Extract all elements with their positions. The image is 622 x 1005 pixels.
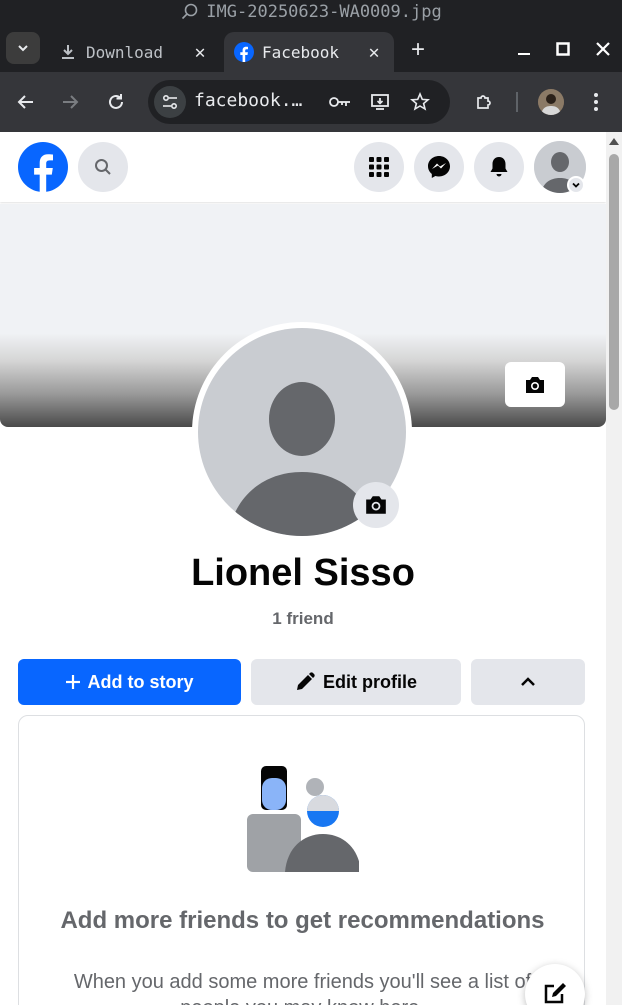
reload-icon — [109, 94, 123, 109]
plus-icon — [65, 675, 80, 689]
close-icon[interactable]: ✕ — [362, 40, 386, 64]
chevron-down-icon — [572, 182, 580, 188]
edit-profile-picture-button[interactable] — [353, 482, 399, 528]
site-info-button[interactable] — [154, 86, 186, 118]
tab-strip: Download ✕ Facebook ✕ + — [0, 24, 622, 72]
add-to-story-button[interactable]: Add to story — [18, 659, 241, 705]
extensions-button[interactable] — [468, 86, 500, 118]
minimize-button[interactable] — [512, 38, 536, 60]
scrollbar-thumb[interactable] — [609, 154, 619, 410]
back-button[interactable] — [10, 86, 42, 118]
messenger-button[interactable] — [414, 142, 464, 192]
toolbar-divider — [516, 92, 518, 112]
account-menu-caret[interactable] — [567, 176, 585, 194]
close-icon[interactable]: ✕ — [188, 40, 212, 64]
search-button[interactable] — [78, 142, 128, 192]
compose-icon — [544, 983, 566, 1004]
menu-button[interactable] — [354, 142, 404, 192]
bell-icon — [490, 157, 508, 177]
window-title: IMG-20250623-WA0009.jpg — [206, 2, 442, 22]
arrow-left-icon — [17, 95, 33, 109]
notifications-button[interactable] — [474, 142, 524, 192]
chevron-up-icon — [521, 677, 535, 686]
key-icon[interactable] — [328, 90, 352, 114]
star-icon[interactable] — [408, 90, 432, 114]
add-to-story-label: Add to story — [87, 671, 194, 692]
camera-icon — [366, 496, 386, 514]
search-icon — [95, 159, 111, 175]
tab-facebook[interactable]: Facebook ✕ — [224, 32, 394, 72]
tab-label: Facebook — [262, 42, 340, 62]
new-tab-button[interactable]: + — [404, 36, 432, 64]
tune-icon — [162, 94, 178, 110]
friend-count[interactable]: 1 friend — [0, 609, 606, 629]
arrow-right-icon — [63, 95, 79, 109]
browser-profile-avatar[interactable] — [538, 89, 564, 115]
edit-cover-photo-button[interactable] — [505, 362, 565, 407]
url-text[interactable]: facebook.… — [194, 90, 302, 111]
friends-illustration-icon — [247, 766, 359, 872]
tab-search-button[interactable] — [6, 32, 40, 64]
tab-label: Download — [86, 42, 164, 62]
scroll-up-arrow[interactable] — [609, 138, 619, 145]
edit-profile-label: Edit profile — [323, 671, 417, 692]
profile-more-button[interactable] — [471, 659, 585, 705]
search-icon — [182, 3, 198, 20]
tab-download[interactable]: Download ✕ — [48, 32, 220, 72]
chevron-down-icon — [18, 45, 28, 52]
facebook-header — [0, 132, 606, 202]
address-bar[interactable]: facebook.… — [148, 80, 450, 124]
facebook-logo-icon[interactable] — [18, 142, 68, 192]
window-title-bar: IMG-20250623-WA0009.jpg — [0, 0, 622, 24]
more-vert-icon — [594, 93, 598, 111]
puzzle-icon — [477, 95, 491, 109]
card-title: Add more friends to get recommendations — [60, 907, 545, 934]
close-window-button[interactable] — [591, 38, 615, 60]
profile-name: Lionel Sisso — [191, 552, 415, 594]
menu-grid-icon — [369, 157, 389, 177]
messenger-icon — [428, 156, 450, 178]
camera-icon — [526, 376, 544, 393]
people-you-may-know-card: Add more friends to get recommendations … — [18, 715, 585, 1005]
install-app-icon[interactable] — [368, 90, 392, 114]
maximize-button[interactable] — [551, 38, 575, 60]
browser-menu-button[interactable] — [580, 86, 612, 118]
page-scrollbar[interactable] — [606, 132, 622, 1005]
page-viewport: Lionel Sisso 1 friend Add to story Edit … — [0, 132, 622, 1005]
edit-profile-button[interactable]: Edit profile — [251, 659, 461, 705]
browser-toolbar: facebook.… — [0, 72, 622, 132]
download-icon — [58, 42, 78, 62]
card-subtitle: When you add some more friends you'll se… — [73, 971, 532, 1005]
pencil-icon — [297, 672, 315, 690]
facebook-favicon-icon — [234, 42, 254, 62]
reload-button[interactable] — [100, 86, 132, 118]
forward-button[interactable] — [54, 86, 86, 118]
